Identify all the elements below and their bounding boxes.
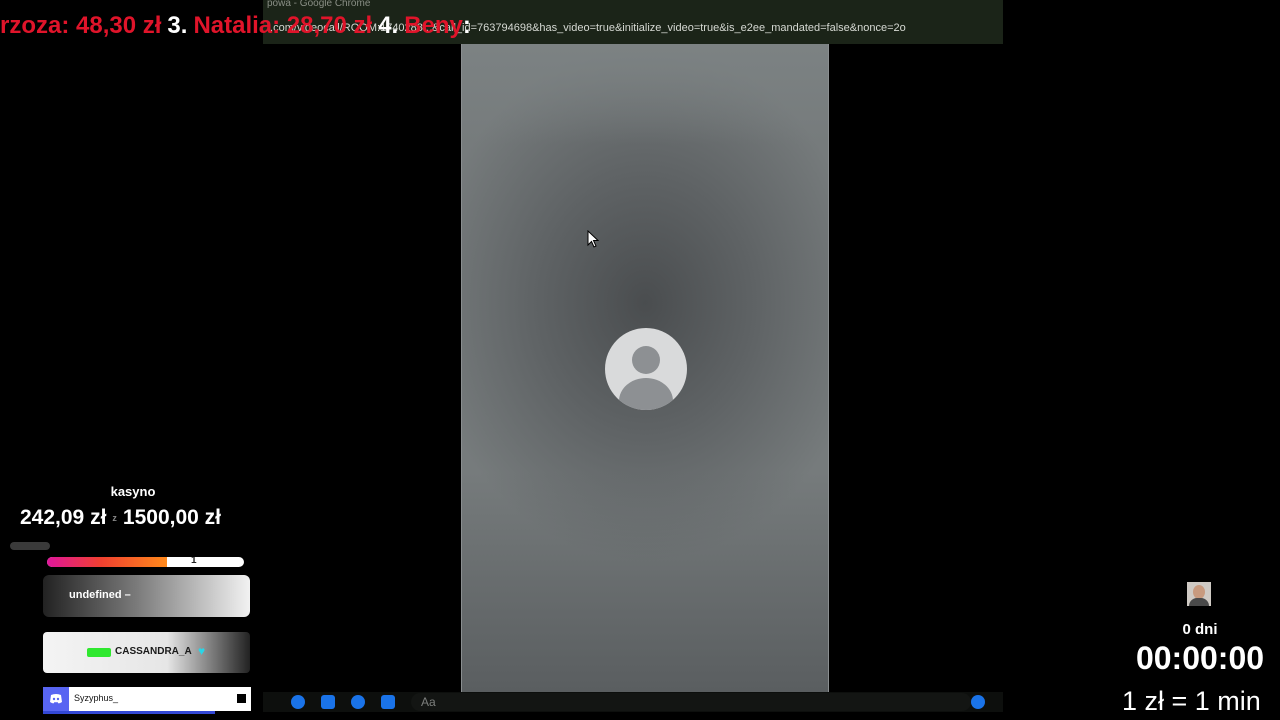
subathon-timer: 00:00:00 xyxy=(1135,640,1265,676)
ticker-name-4: Beny xyxy=(404,12,463,39)
goal-progress-label: 1 xyxy=(191,557,197,566)
goal-progress-fill xyxy=(47,557,167,567)
ticker-name-3: Natalia xyxy=(193,12,273,39)
ticker-rank-4: 4. xyxy=(378,12,399,39)
ticker-rank-3: 3. xyxy=(167,12,188,39)
sticker-icon[interactable] xyxy=(351,695,365,709)
ticker-amount-3: : 28,70 zł xyxy=(272,12,373,39)
ticker-name-1: rzoza xyxy=(0,12,62,39)
alert-card-cassandra: CASSANDRA_A ♥ xyxy=(43,632,250,673)
decorative-pill xyxy=(10,542,50,550)
goal-progress-bar: 1 xyxy=(47,557,244,567)
alert-undefined-text: undefined – xyxy=(69,589,131,601)
discord-underline xyxy=(43,711,215,714)
emoji-icon[interactable] xyxy=(971,695,985,709)
alert-cassandra-name: CASSANDRA_A xyxy=(115,646,192,657)
subathon-days: 0 dni xyxy=(1182,621,1218,638)
alert-card-undefined: undefined – xyxy=(43,575,250,617)
goal-title: kasyno xyxy=(110,484,156,499)
heart-icon: ♥ xyxy=(198,644,206,658)
discord-widget: Syzyphus_ xyxy=(43,687,251,711)
gif-icon[interactable] xyxy=(381,695,395,709)
goal-amounts: 242,09 zł z 1500,00 zł xyxy=(20,506,221,530)
ticker-amount-1: : 48,30 zł xyxy=(61,12,162,39)
video-call-panel xyxy=(461,44,829,692)
goal-target: 1500,00 zł xyxy=(122,506,221,529)
goal-current: 242,09 zł xyxy=(20,506,107,529)
goal-separator: z xyxy=(112,513,117,524)
message-toolbar: Aa xyxy=(263,692,1003,712)
discord-icon xyxy=(43,687,69,711)
discord-username: Syzyphus_ xyxy=(74,693,119,703)
subathon-rate: 1 zł = 1 min xyxy=(1122,686,1261,716)
default-user-avatar-icon xyxy=(605,328,687,410)
square-icon xyxy=(237,694,246,703)
green-badge xyxy=(87,648,111,657)
plus-circle-icon[interactable] xyxy=(291,695,305,709)
message-input[interactable]: Aa xyxy=(411,693,971,711)
donation-ticker: rzoza: 48,30 zł 3. Natalia: 28,70 zł 4. Beny… xyxy=(0,8,560,44)
mouse-pointer-icon xyxy=(587,229,600,253)
image-icon[interactable] xyxy=(321,695,335,709)
streamer-avatar xyxy=(1187,582,1211,606)
ticker-sep-4: : xyxy=(462,12,471,39)
